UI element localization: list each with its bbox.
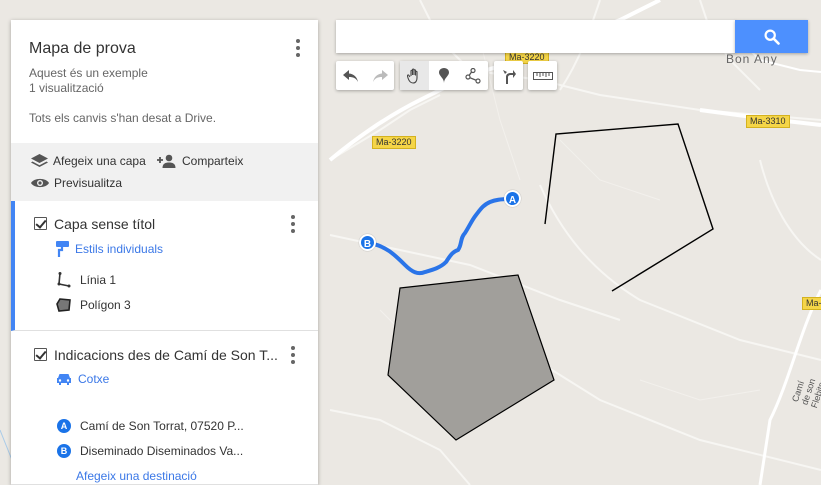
layer-directions: Indicacions des de Camí de Son T... Cotx…: [11, 332, 318, 485]
road-label-ma3310: Ma-3310: [746, 115, 790, 128]
marker-a-letter: A: [57, 419, 71, 433]
line-icon: [56, 272, 72, 288]
preview-button[interactable]: Previsualitza: [31, 176, 122, 190]
layer-options-button[interactable]: [288, 214, 298, 234]
share-label: Comparteix: [182, 154, 244, 168]
add-directions-button[interactable]: [494, 61, 523, 90]
car-icon: [57, 374, 71, 385]
place-label-bon-any: Bon Any: [726, 52, 778, 66]
route-stop-a[interactable]: A Camí de Son Torrat, 07520 P...: [56, 418, 244, 434]
add-layer-button[interactable]: Afegeix una capa: [31, 154, 146, 168]
draw-line-button[interactable]: [458, 61, 487, 90]
travel-mode-link[interactable]: Cotxe: [56, 372, 109, 386]
directions-icon: [502, 69, 516, 84]
directions-tool: [494, 61, 523, 90]
redo-icon: [372, 69, 388, 82]
history-tools: [336, 61, 394, 90]
layer-untitled: Capa sense títol Estils individuals Líni…: [11, 201, 318, 331]
style-link[interactable]: Estils individuals: [56, 241, 163, 257]
layer-item-label: Línia 1: [80, 273, 117, 287]
polygon-icon: [56, 297, 72, 313]
layer-visibility-checkbox[interactable]: [34, 217, 47, 230]
route-stop-b[interactable]: B Diseminado Diseminados Va...: [56, 443, 243, 459]
preview-label: Previsualitza: [54, 176, 123, 190]
marker-b-letter: B: [57, 444, 71, 458]
paint-roller-icon: [56, 241, 69, 257]
panel-actions: Afegeix una capa Comparteix Previsualitz…: [11, 143, 318, 201]
redo-button[interactable]: [365, 61, 394, 90]
style-link-label: Estils individuals: [75, 242, 164, 256]
road-label-ma3220: Ma-3220: [372, 136, 416, 149]
save-status: Tots els canvis s'han desat a Drive.: [29, 111, 217, 125]
drawing-tools: [400, 61, 488, 90]
layer-title[interactable]: Capa sense títol: [54, 216, 274, 232]
eye-icon: [31, 178, 49, 188]
map-panel: Mapa de prova Aquest és un exemple 1 vis…: [11, 20, 318, 485]
map-views: 1 visualització: [29, 81, 104, 95]
map-title[interactable]: Mapa de prova: [29, 40, 136, 58]
select-tool-button[interactable]: [400, 61, 429, 90]
marker-b-icon: B: [56, 443, 72, 459]
search-button[interactable]: [735, 20, 808, 53]
travel-mode-label: Cotxe: [78, 372, 110, 386]
ruler-icon: [532, 71, 553, 80]
draw-line-icon: [464, 67, 481, 84]
add-destination-link[interactable]: Afegeix una destinació: [76, 469, 197, 483]
layer-options-button[interactable]: [288, 345, 298, 365]
road-label-ma-edge: Ma-: [802, 297, 821, 310]
undo-icon: [342, 69, 358, 82]
measure-tool: [528, 61, 557, 90]
add-marker-button[interactable]: [429, 61, 458, 90]
route-stop-label: Diseminado Diseminados Va...: [80, 444, 244, 458]
layer-item-line[interactable]: Línia 1: [56, 272, 116, 288]
layer-item-polygon[interactable]: Polígon 3: [56, 297, 131, 313]
layer-visibility-checkbox[interactable]: [34, 348, 47, 361]
share-button[interactable]: Comparteix: [157, 154, 243, 168]
marker-a-icon: A: [56, 418, 72, 434]
route-stop-label: Camí de Son Torrat, 07520 P...: [80, 419, 244, 433]
route-marker-b[interactable]: B: [359, 234, 376, 251]
hand-icon: [407, 68, 418, 84]
marker-icon: [438, 68, 449, 83]
undo-button[interactable]: [336, 61, 365, 90]
add-layer-label: Afegeix una capa: [53, 154, 146, 168]
layer-item-label: Polígon 3: [80, 298, 131, 312]
measure-button[interactable]: [528, 61, 557, 90]
search-input[interactable]: [336, 20, 736, 53]
route-marker-a[interactable]: A: [504, 190, 521, 207]
add-person-icon: [157, 154, 176, 168]
layers-icon: [31, 154, 48, 167]
layer-title[interactable]: Indicacions des de Camí de Son T...: [54, 347, 281, 363]
search-icon: [763, 28, 780, 45]
map-description[interactable]: Aquest és un exemple: [29, 66, 148, 80]
map-options-button[interactable]: [293, 38, 303, 58]
